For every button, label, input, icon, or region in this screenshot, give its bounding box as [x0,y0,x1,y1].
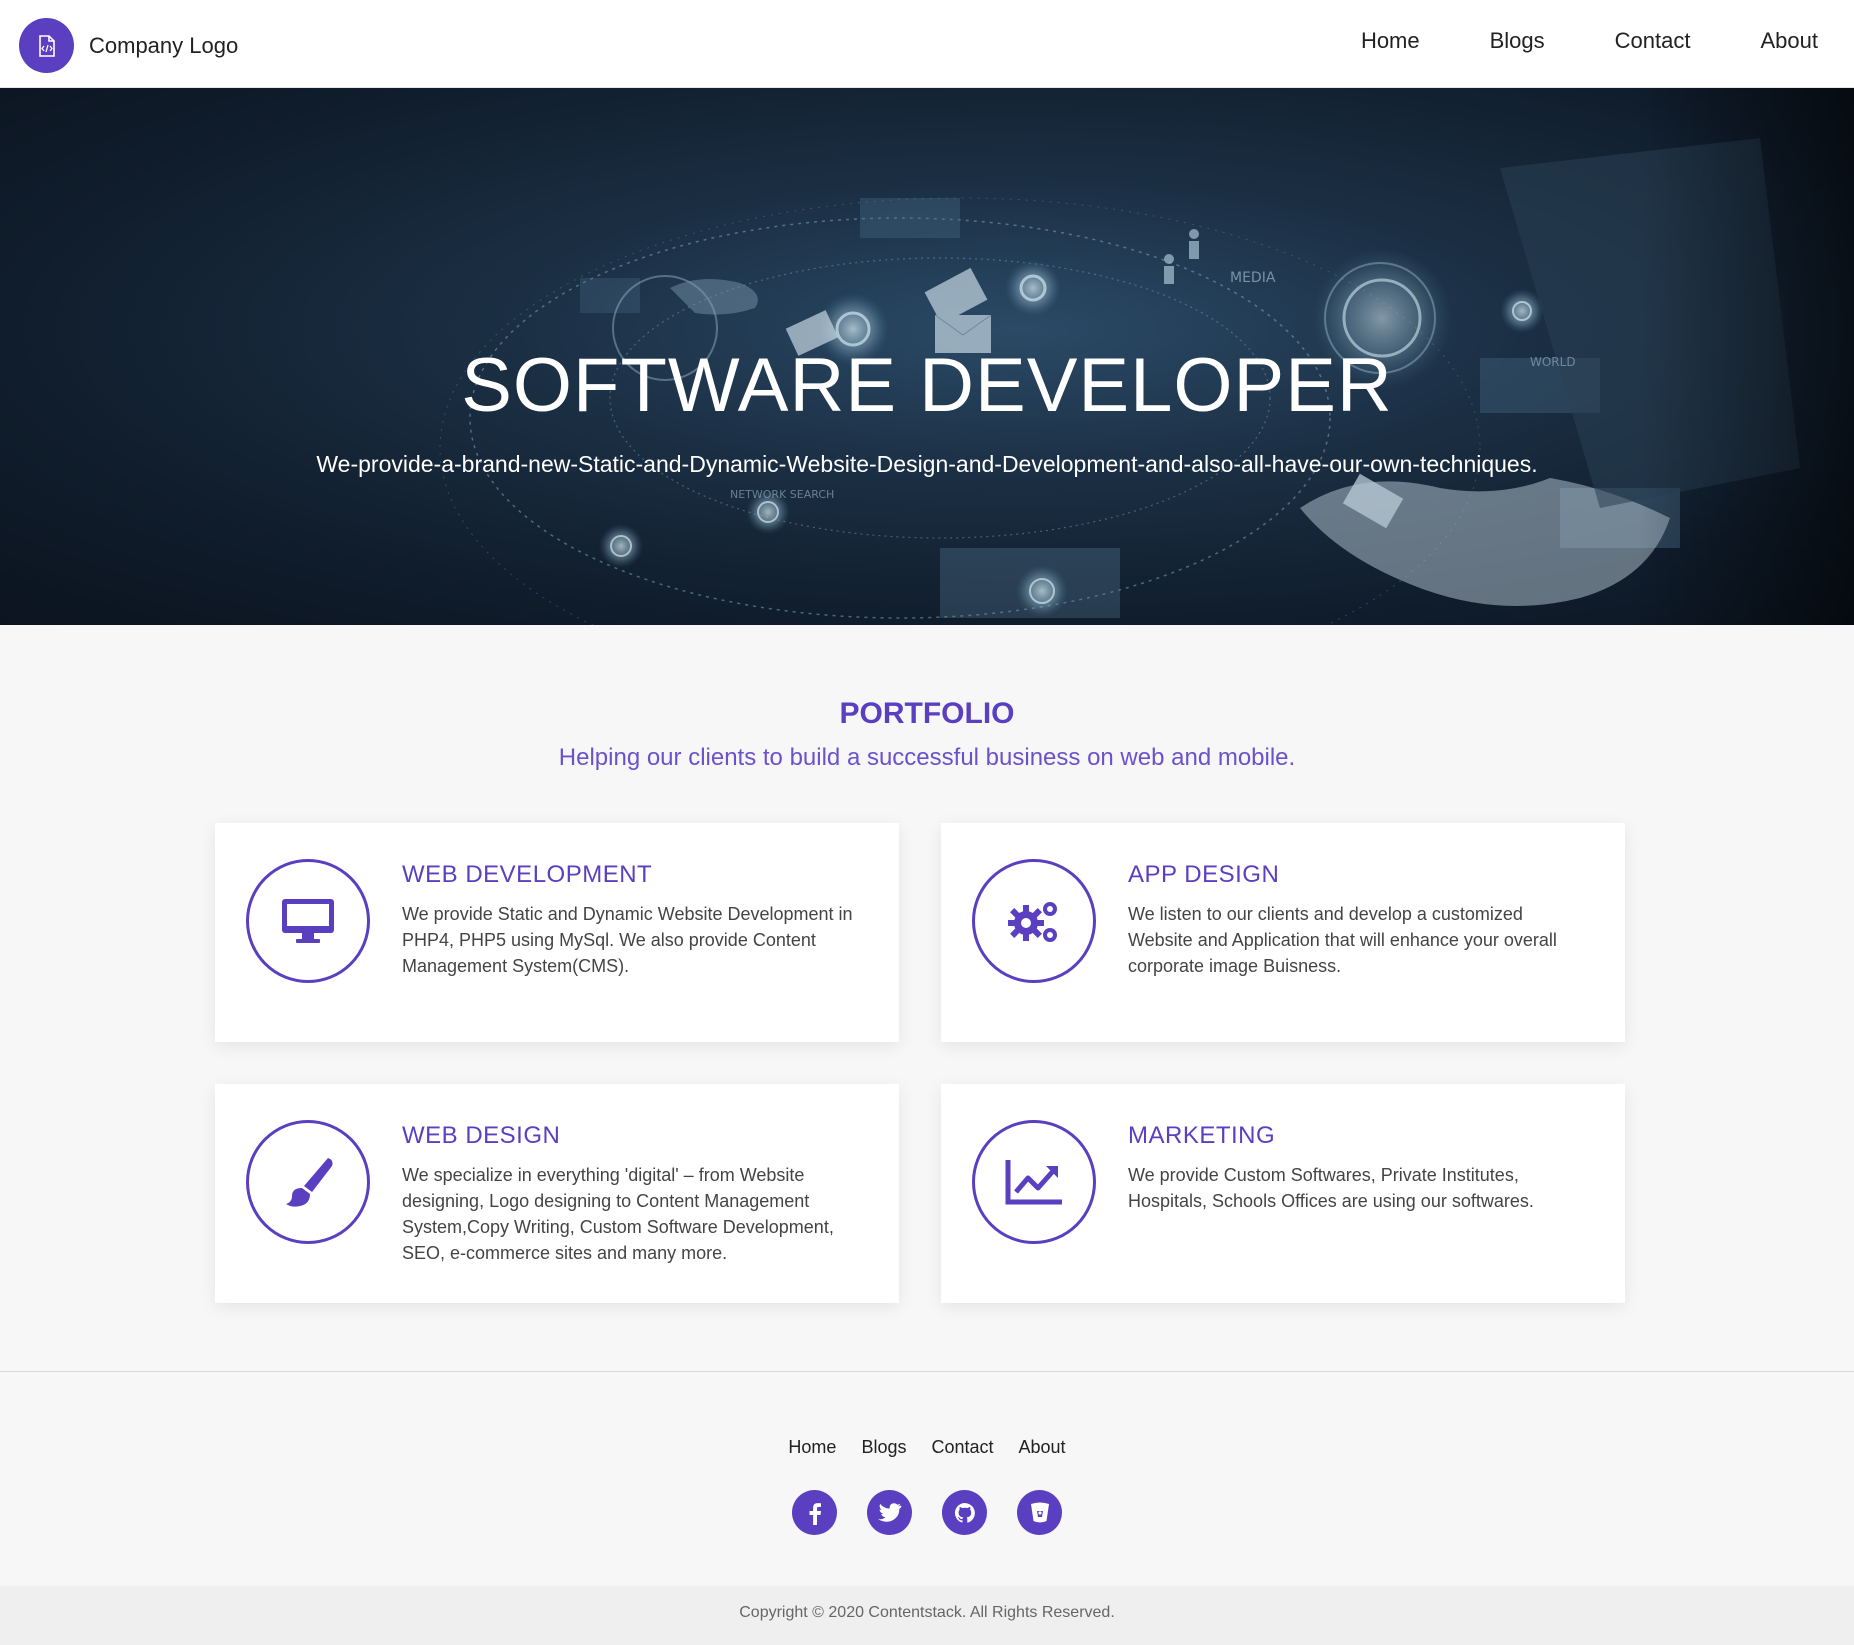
nav-about[interactable]: About [1761,28,1819,54]
nav-contact[interactable]: Contact [1615,28,1691,54]
copyright-text: Copyright © 2020 Contentstack. All Right… [739,1604,1115,1621]
hero-subtitle: We-provide-a-brand-new-Static-and-Dynami… [316,451,1538,477]
facebook-icon[interactable] [792,1490,837,1535]
footer-nav-contact[interactable]: Contact [931,1437,993,1458]
service-card-app-design: APP DESIGN We listen to our clients and … [941,823,1625,1042]
social-links [0,1490,1854,1535]
service-card-web-design: WEB DESIGN We specialize in everything '… [215,1084,899,1303]
footer-nav-blogs[interactable]: Blogs [861,1437,906,1458]
card-text: We specialize in everything 'digital' – … [402,1165,834,1263]
service-card-web-development: WEB DEVELOPMENT We provide Static and Dy… [215,823,899,1042]
logo-text: Company Logo [89,32,239,58]
card-title: WEB DESIGN [402,1122,561,1149]
card-title: MARKETING [1128,1122,1276,1149]
portfolio-title: PORTFOLIO [839,697,1015,730]
card-title: WEB DEVELOPMENT [402,861,653,888]
nav-home[interactable]: Home [1361,28,1420,54]
hero-title: SOFTWARE DEVELOPER [461,343,1393,428]
card-title: APP DESIGN [1128,861,1280,888]
main-nav: Home Blogs Contact About [1361,28,1818,54]
twitter-icon[interactable] [867,1490,912,1535]
top-header: Company Logo Home Blogs Contact About [0,0,1854,88]
logo-file-code-icon [19,18,74,73]
card-text: We provide Static and Dynamic Website De… [402,904,853,976]
nav-blogs[interactable]: Blogs [1490,28,1545,54]
service-card-marketing: MARKETING We provide Custom Softwares, P… [941,1084,1625,1303]
portfolio-subtitle: Helping our clients to build a successfu… [558,744,1296,771]
company-logo[interactable]: Company Logo [19,18,238,73]
bucket-icon[interactable] [1017,1490,1062,1535]
hero-banner: MEDIA WORLD NETWORK SEARCH SOFTWARE DEVE… [0,88,1854,625]
footer-nav-about[interactable]: About [1019,1437,1066,1458]
github-icon[interactable] [942,1490,987,1535]
paintbrush-icon [246,1120,370,1244]
chart-line-icon [972,1120,1096,1244]
hero-bg-word-network: NETWORK SEARCH [730,488,834,501]
gears-icon [972,859,1096,983]
footer-divider [0,1371,1854,1372]
hero-bg-word-media: MEDIA [1230,270,1276,286]
footer-nav-home[interactable]: Home [788,1437,836,1458]
card-text: We listen to our clients and develop a c… [1128,904,1557,976]
monitor-icon [246,859,370,983]
footer-nav: Home Blogs Contact About [0,1437,1854,1458]
card-text: We provide Custom Softwares, Private Ins… [1128,1165,1534,1211]
